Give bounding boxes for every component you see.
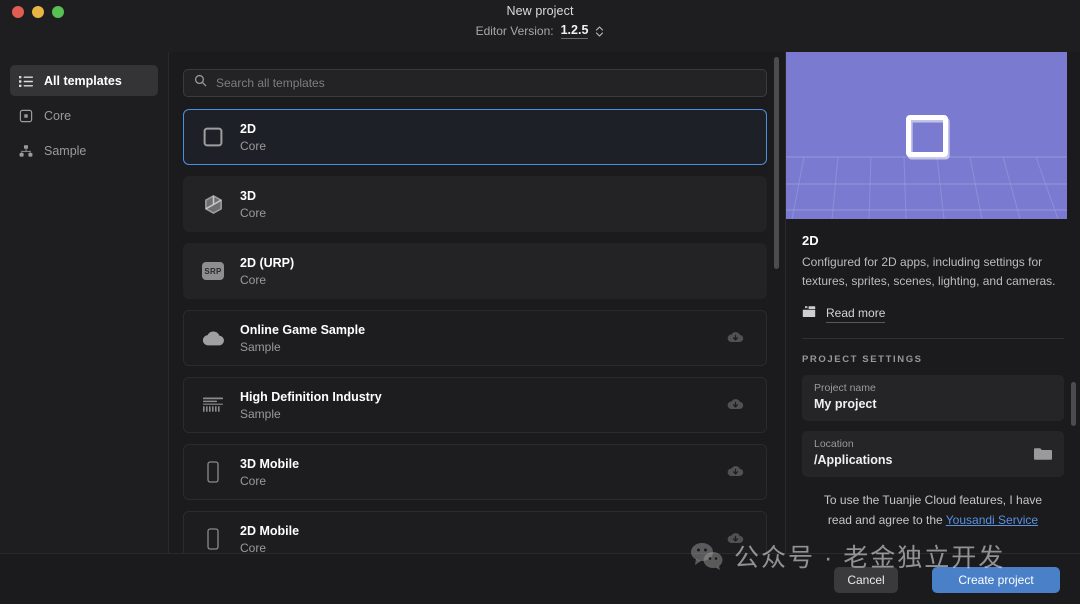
- footer-bar: Cancel Create project: [0, 553, 1080, 604]
- sidebar-item-all-templates[interactable]: All templates: [10, 65, 158, 96]
- editor-version-row: Editor Version: 1.2.5: [0, 23, 1080, 39]
- template-text: High Definition Industry Sample: [240, 390, 382, 421]
- project-name-value[interactable]: My project: [814, 397, 1052, 411]
- srp-badge-icon: SRP: [200, 258, 226, 284]
- terms-line-2-prefix: read and agree to the: [827, 513, 946, 527]
- new-project-dialog: New project Editor Version: 1.2.5 All te…: [0, 0, 1080, 604]
- template-category: Core: [240, 473, 267, 488]
- editor-version-label: Editor Version:: [475, 24, 554, 38]
- sidebar-item-label: Core: [44, 108, 72, 123]
- template-list-scrollbar[interactable]: [774, 57, 779, 269]
- template-item-2d[interactable]: 2D Core: [183, 109, 767, 165]
- title-stack: New project Editor Version: 1.2.5: [0, 4, 1080, 39]
- template-list-panel: 2D Core 3D Core: [169, 52, 785, 567]
- create-project-button[interactable]: Create project: [932, 567, 1060, 593]
- details-panel: 2D Configured for 2D apps, including set…: [785, 52, 1080, 553]
- template-item-online-game-sample[interactable]: Online Game Sample Sample: [183, 310, 767, 366]
- hd-lines-icon: [200, 392, 226, 418]
- search-icon: [194, 74, 207, 92]
- project-settings-heading: PROJECT SETTINGS: [802, 354, 923, 365]
- project-name-field[interactable]: Project name My project: [802, 375, 1064, 421]
- sidebar-item-label: All templates: [44, 73, 122, 88]
- yousandi-service-link[interactable]: Yousandi Service: [946, 513, 1038, 527]
- square-outline-icon: [200, 124, 226, 150]
- folder-icon[interactable]: [1033, 446, 1053, 462]
- template-category: Sample: [240, 339, 281, 354]
- template-category: Core: [240, 272, 267, 287]
- project-name-label: Project name: [814, 382, 876, 394]
- template-name: High Definition Industry: [240, 389, 382, 404]
- read-more-link[interactable]: Read more: [802, 305, 1064, 323]
- template-text: 3D Core: [240, 189, 266, 220]
- phone-icon: [200, 459, 226, 485]
- search-bar[interactable]: [183, 69, 767, 97]
- editor-version-value[interactable]: 1.2.5: [560, 23, 589, 39]
- template-category: Sample: [240, 406, 281, 421]
- read-more-label: Read more: [826, 306, 886, 323]
- template-name: 3D Mobile: [240, 456, 300, 471]
- sidebar-item-core[interactable]: Core: [10, 100, 158, 131]
- download-cloud-icon[interactable]: [727, 464, 744, 481]
- location-field[interactable]: Location /Applications: [802, 431, 1064, 477]
- template-category: Core: [240, 138, 267, 153]
- location-value[interactable]: /Applications: [814, 453, 1052, 467]
- download-cloud-icon[interactable]: [727, 397, 744, 414]
- cube-icon: [200, 191, 226, 217]
- template-category: Core: [240, 205, 267, 220]
- template-name: 3D: [240, 188, 256, 203]
- download-cloud-icon[interactable]: [727, 330, 744, 347]
- cloud-icon: [200, 325, 226, 351]
- template-item-3d[interactable]: 3D Core: [183, 176, 767, 232]
- template-text: 2D Core: [240, 122, 266, 153]
- template-name: 2D Mobile: [240, 523, 300, 538]
- terms-text: To use the Tuanjie Cloud features, I hav…: [804, 490, 1062, 530]
- template-item-2d-urp[interactable]: SRP 2D (URP) Core: [183, 243, 767, 299]
- template-info: 2D Configured for 2D apps, including set…: [786, 219, 1080, 339]
- preview-square-icon: [905, 114, 948, 157]
- sample-nodes-icon: [19, 144, 33, 158]
- list-icon: [19, 74, 33, 88]
- window-title: New project: [506, 4, 574, 18]
- phone-icon: [200, 526, 226, 552]
- details-title: 2D: [802, 233, 819, 248]
- location-label: Location: [814, 438, 854, 450]
- template-text: Online Game Sample Sample: [240, 323, 365, 354]
- core-square-icon: [19, 109, 33, 123]
- book-icon: [802, 305, 816, 323]
- template-item-high-definition-industry[interactable]: High Definition Industry Sample: [183, 377, 767, 433]
- sidebar: All templates Core Sample: [0, 52, 169, 553]
- terms-line-1: To use the Tuanjie Cloud features, I hav…: [823, 493, 1043, 507]
- template-text: 2D Mobile Core: [240, 524, 299, 555]
- details-panel-scrollbar[interactable]: [1071, 382, 1076, 426]
- template-item-3d-mobile[interactable]: 3D Mobile Core: [183, 444, 767, 500]
- template-name: Online Game Sample: [240, 322, 366, 337]
- sidebar-item-sample[interactable]: Sample: [10, 135, 158, 166]
- cancel-button[interactable]: Cancel: [834, 567, 898, 593]
- template-name: 2D (URP): [240, 255, 295, 270]
- template-name: 2D: [240, 121, 256, 136]
- titlebar: New project Editor Version: 1.2.5: [0, 0, 1080, 52]
- template-text: 3D Mobile Core: [240, 457, 299, 488]
- chevron-updown-icon[interactable]: [595, 25, 604, 38]
- search-input[interactable]: [216, 76, 756, 90]
- template-list: 2D Core 3D Core SRP 2D (URP) Core Online…: [183, 109, 767, 567]
- template-preview-image: [786, 52, 1067, 219]
- sidebar-item-label: Sample: [44, 143, 87, 158]
- details-description: Configured for 2D apps, including settin…: [802, 255, 1056, 288]
- template-text: 2D (URP) Core: [240, 256, 294, 287]
- download-cloud-icon[interactable]: [727, 531, 744, 548]
